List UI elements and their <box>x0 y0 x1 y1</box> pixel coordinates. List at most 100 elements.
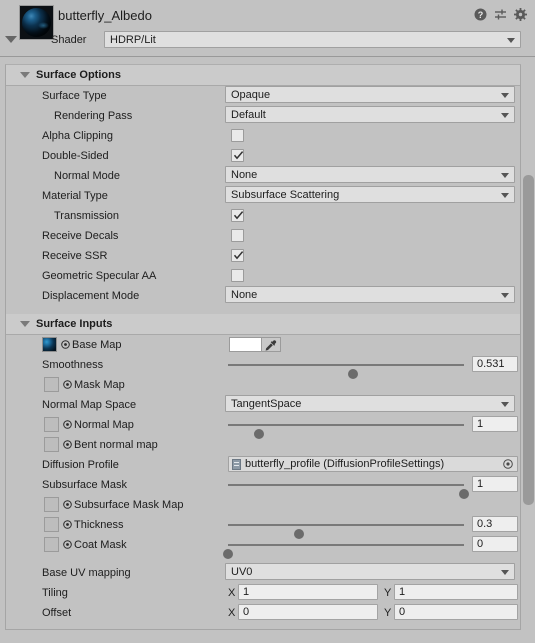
thickness-slider[interactable] <box>228 524 464 539</box>
preset-icon[interactable] <box>494 8 507 21</box>
eyedropper-button[interactable] <box>262 337 281 352</box>
alpha-clipping-checkbox[interactable] <box>231 129 244 142</box>
normal-mode-dropdown[interactable]: None <box>225 166 515 183</box>
normal-map-space-label: Normal Map Space <box>42 399 137 411</box>
bent-normal-map-texture-slot[interactable] <box>44 437 59 452</box>
subsurface-mask-slider[interactable] <box>228 484 469 499</box>
receive-decals-checkbox[interactable] <box>231 229 244 242</box>
row-subsurface-mask: Subsurface Mask 1 <box>6 475 520 499</box>
material-type-dropdown[interactable]: Subsurface Scattering <box>225 186 515 203</box>
normal-map-target-icon[interactable] <box>63 420 72 429</box>
thickness-label: Thickness <box>74 519 124 531</box>
material-properties-panel: Surface Options Surface Type Opaque Rend… <box>5 64 521 630</box>
section-title: Surface Options <box>36 69 121 81</box>
thickness-texture-slot[interactable] <box>44 517 59 532</box>
coat-mask-slider-handle[interactable] <box>223 549 233 559</box>
row-material-type: Material Type Subsurface Scattering <box>6 186 520 206</box>
section-title: Surface Inputs <box>36 318 113 330</box>
material-inspector-window: butterfly_Albedo ? Shader HDRP/Lit Surfa… <box>0 0 535 643</box>
double-sided-checkbox[interactable] <box>231 149 244 162</box>
subsurface-mask-map-target-icon[interactable] <box>63 500 72 509</box>
base-map-target-icon[interactable] <box>61 340 70 349</box>
row-normal-map-space: Normal Map Space TangentSpace <box>6 395 520 415</box>
smoothness-slider[interactable] <box>228 364 464 379</box>
offset-x-label: X <box>228 607 236 619</box>
row-transmission: Transmission <box>6 206 520 226</box>
surface-type-label: Surface Type <box>42 90 107 102</box>
svg-text:?: ? <box>478 10 484 20</box>
normal-map-slider[interactable] <box>228 424 464 439</box>
surface-type-dropdown[interactable]: Opaque <box>225 86 515 103</box>
row-thickness: Thickness 0.3 <box>6 515 520 539</box>
rendering-pass-dropdown[interactable]: Default <box>225 106 515 123</box>
row-normal-mode: Normal Mode None <box>6 166 520 186</box>
diffusion-profile-value: butterfly_profile (DiffusionProfileSetti… <box>245 458 445 470</box>
base-map-texture-slot[interactable] <box>42 337 57 352</box>
tiling-label: Tiling <box>42 587 68 599</box>
help-icon[interactable]: ? <box>474 8 487 21</box>
tiling-y-field[interactable]: 1 <box>394 584 518 600</box>
row-subsurface-mask-map: Subsurface Mask Map <box>6 495 520 515</box>
offset-x-field[interactable]: 0 <box>238 604 378 620</box>
row-offset: Offset X 0 Y 0 <box>6 603 520 623</box>
chevron-down-icon <box>501 192 509 198</box>
section-header-surface-options[interactable]: Surface Options <box>6 65 520 86</box>
shader-dropdown[interactable]: HDRP/Lit <box>104 31 521 48</box>
row-receive-decals: Receive Decals <box>6 226 520 246</box>
normal-map-texture-slot[interactable] <box>44 417 59 432</box>
thickness-target-icon[interactable] <box>63 520 72 529</box>
smoothness-value-field[interactable]: 0.531 <box>472 356 518 372</box>
material-type-value: Subsurface Scattering <box>231 188 340 201</box>
section-header-surface-inputs[interactable]: Surface Inputs <box>6 314 520 335</box>
row-geometric-specular-aa: Geometric Specular AA <box>6 266 520 286</box>
surface-type-value: Opaque <box>231 88 271 101</box>
row-diffusion-profile: Diffusion Profile butterfly_profile (Dif… <box>6 455 520 475</box>
base-map-label: Base Map <box>72 339 122 351</box>
normal-map-space-value: TangentSpace <box>231 397 302 410</box>
chevron-down-icon <box>20 72 30 78</box>
coat-mask-target-icon[interactable] <box>63 540 72 549</box>
normal-mode-value: None <box>231 168 258 181</box>
eyedropper-icon <box>265 340 277 351</box>
receive-ssr-checkbox[interactable] <box>231 249 244 262</box>
mask-map-target-icon[interactable] <box>63 380 72 389</box>
transmission-checkbox[interactable] <box>231 209 244 222</box>
base-map-color-swatch[interactable] <box>229 337 262 352</box>
inspector-header: butterfly_Albedo ? Shader HDRP/Lit <box>0 0 535 57</box>
geometric-specular-aa-checkbox[interactable] <box>231 269 244 282</box>
scrollbar-thumb[interactable] <box>523 175 534 505</box>
object-picker-icon[interactable] <box>503 459 513 469</box>
thickness-value-field[interactable]: 0.3 <box>472 516 518 532</box>
row-smoothness: Smoothness 0.531 <box>6 355 520 379</box>
offset-y-field[interactable]: 0 <box>394 604 518 620</box>
coat-mask-value-field[interactable]: 0 <box>472 536 518 552</box>
rendering-pass-value: Default <box>231 108 266 121</box>
row-coat-mask: Coat Mask 0 <box>6 535 520 559</box>
rendering-pass-label: Rendering Pass <box>54 110 133 122</box>
coat-mask-slider[interactable] <box>223 544 464 559</box>
transmission-label: Transmission <box>54 210 119 222</box>
receive-ssr-label: Receive SSR <box>42 250 108 262</box>
normal-map-value-field[interactable]: 1 <box>472 416 518 432</box>
tiling-x-field[interactable]: 1 <box>238 584 378 600</box>
gear-icon[interactable] <box>514 8 527 21</box>
subsurface-mask-map-label: Subsurface Mask Map <box>74 499 184 511</box>
vertical-scrollbar[interactable] <box>522 57 535 643</box>
chevron-down-icon <box>501 401 509 407</box>
coat-mask-texture-slot[interactable] <box>44 537 59 552</box>
chevron-down-icon <box>20 321 30 327</box>
subsurface-mask-map-texture-slot[interactable] <box>44 497 59 512</box>
inspector-body: Surface Options Surface Type Opaque Rend… <box>0 57 535 643</box>
check-icon <box>233 151 244 160</box>
shader-label: Shader <box>51 34 87 46</box>
chevron-down-icon <box>507 37 515 43</box>
base-uv-mapping-dropdown[interactable]: UV0 <box>225 563 515 580</box>
subsurface-mask-value-field[interactable]: 1 <box>472 476 518 492</box>
mask-map-texture-slot[interactable] <box>44 377 59 392</box>
diffusion-profile-object-field[interactable]: butterfly_profile (DiffusionProfileSetti… <box>228 456 518 472</box>
bent-normal-map-target-icon[interactable] <box>63 440 72 449</box>
normal-map-space-dropdown[interactable]: TangentSpace <box>225 395 515 412</box>
diffusion-profile-label: Diffusion Profile <box>42 459 119 471</box>
displacement-mode-dropdown[interactable]: None <box>225 286 515 303</box>
